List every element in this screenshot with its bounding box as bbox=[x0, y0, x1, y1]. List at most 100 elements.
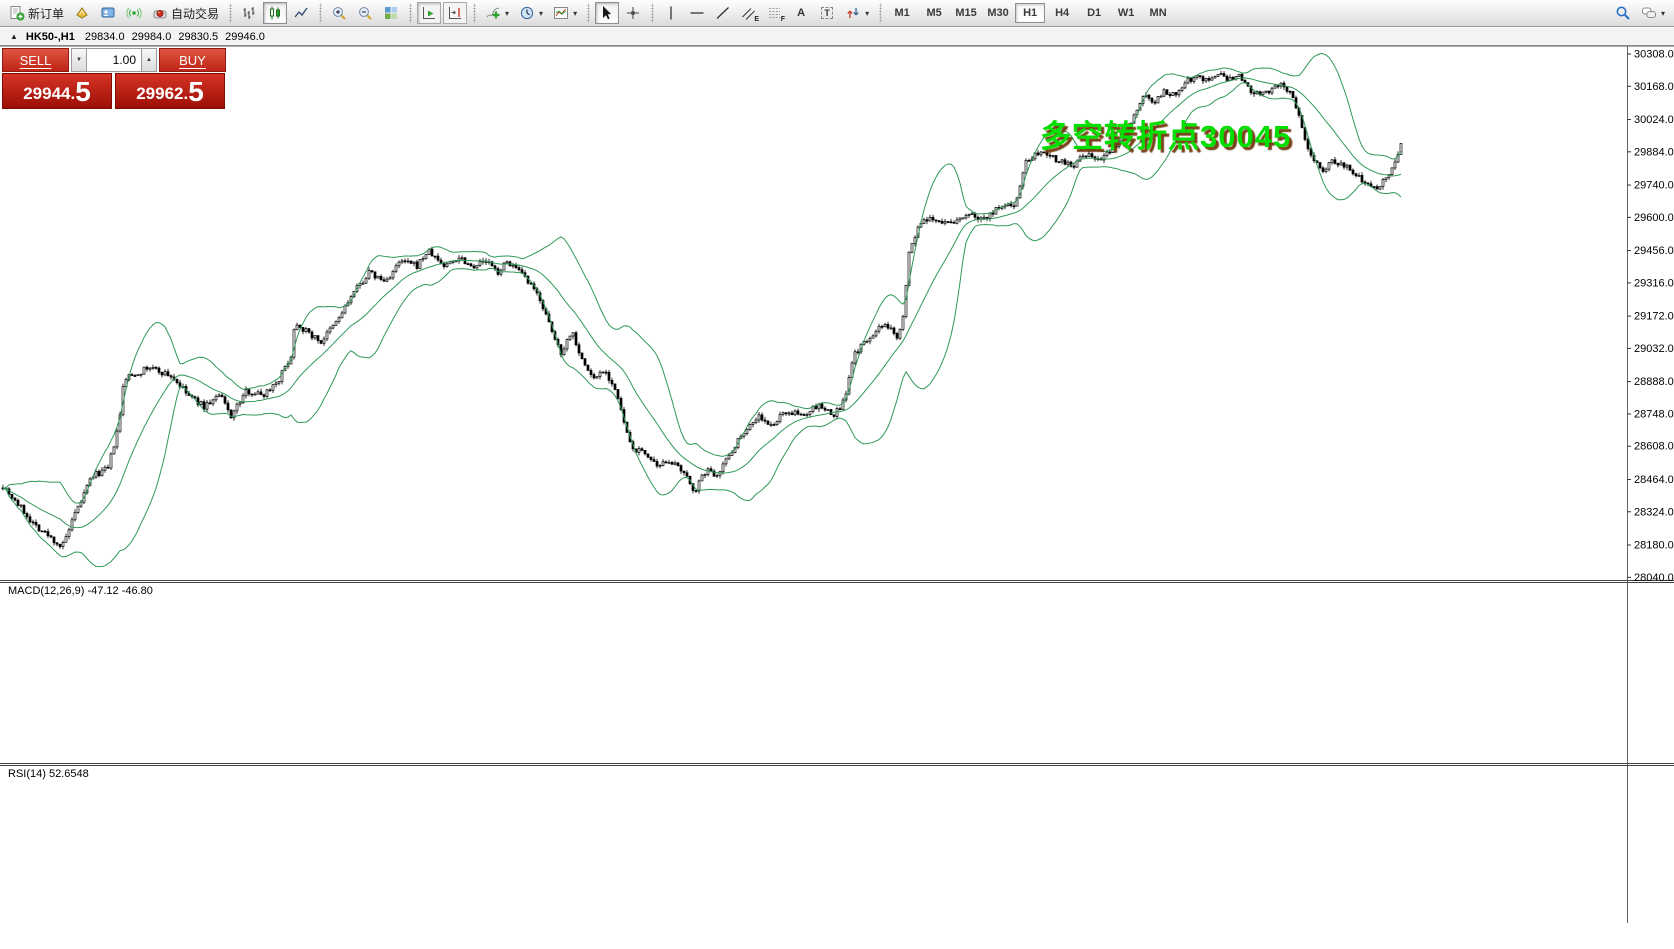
volume-input[interactable]: 1.00 bbox=[87, 48, 141, 72]
search-icon bbox=[1615, 5, 1631, 21]
text-label-tool-button[interactable]: T bbox=[815, 2, 839, 24]
candlestick-chart-button[interactable] bbox=[263, 2, 287, 24]
buy-button[interactable]: BUY bbox=[159, 48, 226, 72]
chat-icon bbox=[1641, 5, 1657, 21]
horizontal-line-tool-button[interactable] bbox=[685, 2, 709, 24]
buy-price-display[interactable]: 29962.5 bbox=[115, 73, 225, 109]
new-order-button[interactable]: 新订单 bbox=[5, 2, 68, 24]
new-order-label: 新订单 bbox=[28, 5, 64, 22]
zoom-out-button[interactable] bbox=[353, 2, 377, 24]
bar-chart-icon bbox=[241, 5, 257, 21]
sell-price-display[interactable]: 29944.5 bbox=[2, 73, 112, 109]
dropdown-icon[interactable]: ▾ bbox=[539, 9, 543, 18]
svg-text:28180.0: 28180.0 bbox=[1634, 540, 1674, 552]
timeframe-d1[interactable]: D1 bbox=[1079, 3, 1109, 23]
timeframe-h1[interactable]: H1 bbox=[1015, 3, 1045, 23]
signals-button[interactable] bbox=[122, 2, 146, 24]
zoom-in-button[interactable] bbox=[327, 2, 351, 24]
crosshair-tool-button[interactable] bbox=[621, 2, 645, 24]
dropdown-icon[interactable]: ▾ bbox=[1661, 9, 1665, 18]
one-click-trading-panel: SELL ▼ 1.00 ▲ BUY 29944.5 29962.5 bbox=[2, 48, 226, 109]
toolbar-separator bbox=[227, 3, 233, 23]
chat-button[interactable]: ▾ bbox=[1637, 2, 1669, 24]
chart-shift-button[interactable] bbox=[443, 2, 467, 24]
svg-text:29172.0: 29172.0 bbox=[1634, 311, 1674, 323]
bar-chart-button[interactable] bbox=[237, 2, 261, 24]
svg-text:29032.0: 29032.0 bbox=[1634, 343, 1674, 355]
crosshair-icon bbox=[625, 5, 641, 21]
ohlc-low: 29830.5 bbox=[178, 31, 218, 43]
cursor-icon bbox=[599, 5, 615, 21]
tile-windows-button[interactable] bbox=[379, 2, 403, 24]
indicators-button[interactable]: ▾ bbox=[481, 2, 513, 24]
svg-text:29884.0: 29884.0 bbox=[1634, 146, 1674, 158]
metaeditor-button[interactable] bbox=[70, 2, 94, 24]
collapse-icon[interactable]: ▲ bbox=[10, 32, 18, 41]
equidistant-channel-tool-button[interactable]: E bbox=[737, 2, 761, 24]
toolbar-separator bbox=[317, 3, 323, 23]
volume-decrease-button[interactable]: ▼ bbox=[71, 48, 87, 72]
search-button[interactable] bbox=[1611, 2, 1635, 24]
terminal-window-icon bbox=[100, 5, 116, 21]
toolbar-separator bbox=[585, 3, 591, 23]
svg-text:30168.0: 30168.0 bbox=[1634, 81, 1674, 93]
svg-text:28608.0: 28608.0 bbox=[1634, 441, 1674, 453]
price-axis[interactable]: 30308.030168.030024.029884.029740.029600… bbox=[1627, 49, 1674, 584]
terminal-window-button[interactable] bbox=[96, 2, 120, 24]
templates-button[interactable]: ▾ bbox=[549, 2, 581, 24]
sell-button[interactable]: SELL bbox=[2, 48, 69, 72]
arrows-icon bbox=[845, 5, 861, 21]
horizontal-line-icon bbox=[689, 5, 705, 21]
auto-scroll-button[interactable] bbox=[417, 2, 441, 24]
cursor-tool-button[interactable] bbox=[595, 2, 619, 24]
clock-icon bbox=[519, 5, 535, 21]
toolbar-separator bbox=[407, 3, 413, 23]
candlestick-chart-icon bbox=[267, 5, 283, 21]
timeframe-group: M1 M5 M15 M30 H1 H4 D1 W1 MN bbox=[886, 0, 1174, 27]
vertical-line-tool-button[interactable] bbox=[659, 2, 683, 24]
new-order-icon bbox=[9, 5, 25, 21]
arrows-tool-button[interactable]: ▾ bbox=[841, 2, 873, 24]
rsi-indicator-label: RSI(14) 52.6548 bbox=[8, 768, 89, 780]
timeframe-m15[interactable]: M15 bbox=[951, 3, 981, 23]
main-toolbar: 新订单 bbox=[0, 0, 1674, 27]
text-tool-button[interactable]: A bbox=[789, 2, 813, 24]
toolbar-separator bbox=[649, 3, 655, 23]
timeframe-m1[interactable]: M1 bbox=[887, 3, 917, 23]
line-chart-button[interactable] bbox=[289, 2, 313, 24]
line-chart-icon bbox=[293, 5, 309, 21]
dropdown-icon[interactable]: ▾ bbox=[505, 9, 509, 18]
svg-text:28464.0: 28464.0 bbox=[1634, 474, 1674, 486]
zoom-in-icon bbox=[331, 5, 347, 21]
timeframe-h4[interactable]: H4 bbox=[1047, 3, 1077, 23]
autotrading-label: 自动交易 bbox=[171, 5, 219, 22]
fibonacci-tool-button[interactable]: F bbox=[763, 2, 787, 24]
ohlc-open: 29834.0 bbox=[85, 31, 125, 43]
channel-letter: E bbox=[754, 16, 759, 23]
svg-text:29740.0: 29740.0 bbox=[1634, 180, 1674, 192]
timeframe-w1[interactable]: W1 bbox=[1111, 3, 1141, 23]
svg-text:30024.0: 30024.0 bbox=[1634, 114, 1674, 126]
chart-window-header: ▲ HK50-,H1 29834.0 29984.0 29830.5 29946… bbox=[0, 28, 1674, 46]
chart-area[interactable]: 30308.030168.030024.029884.029740.029600… bbox=[0, 46, 1674, 949]
timeframe-m5[interactable]: M5 bbox=[919, 3, 949, 23]
periods-button[interactable]: ▾ bbox=[515, 2, 547, 24]
chart-text-annotation[interactable]: 多空转折点30045 bbox=[1040, 111, 1291, 156]
dropdown-icon[interactable]: ▾ bbox=[573, 9, 577, 18]
timeframe-mn[interactable]: MN bbox=[1143, 3, 1173, 23]
autotrading-button[interactable]: 自动交易 bbox=[148, 2, 223, 24]
indicators-icon bbox=[485, 5, 501, 21]
pane-borders bbox=[0, 46, 1674, 923]
svg-text:28888.0: 28888.0 bbox=[1634, 376, 1674, 388]
trendline-tool-button[interactable] bbox=[711, 2, 735, 24]
ohlc-high: 29984.0 bbox=[132, 31, 172, 43]
volume-increase-button[interactable]: ▲ bbox=[141, 48, 157, 72]
tile-windows-icon bbox=[383, 5, 399, 21]
text-tool-icon: A bbox=[797, 7, 805, 19]
toolbar-separator bbox=[877, 3, 883, 23]
timeframe-m30[interactable]: M30 bbox=[983, 3, 1013, 23]
fibonacci-letter: F bbox=[781, 16, 785, 23]
dropdown-icon[interactable]: ▾ bbox=[865, 9, 869, 18]
svg-text:30308.0: 30308.0 bbox=[1634, 49, 1674, 61]
metaeditor-icon bbox=[74, 5, 90, 21]
